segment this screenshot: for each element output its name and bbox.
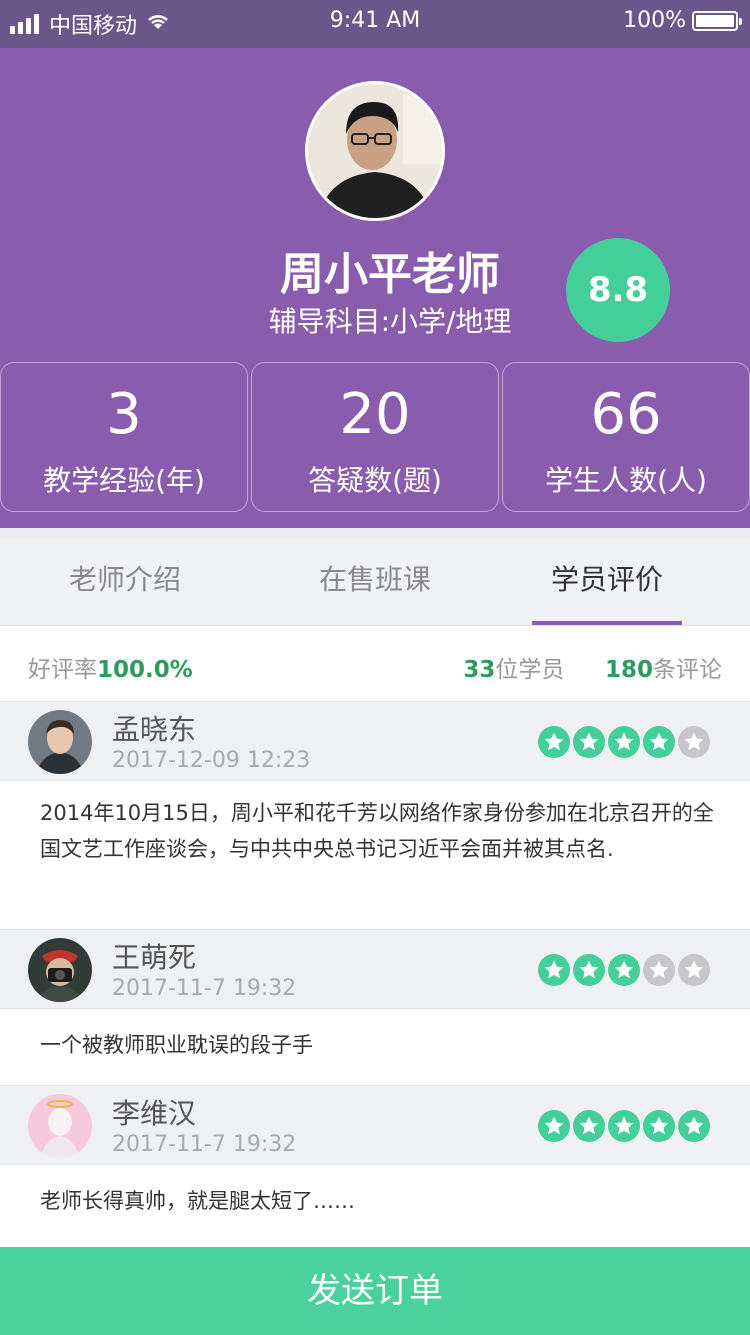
- comments-count: 180: [604, 657, 653, 683]
- stat-value: 20: [339, 382, 411, 447]
- tab-reviews[interactable]: 学员评价: [482, 538, 732, 626]
- review-text: 老师长得真帅，就是腿太短了……: [0, 1165, 750, 1247]
- stat-value: 66: [590, 382, 662, 447]
- students-count: 33: [463, 657, 496, 683]
- positive-rate: 好评率100.0%: [28, 650, 193, 684]
- positive-rate-value: 100.0%: [97, 657, 193, 683]
- stats-row: 3 教学经验(年) 20 答疑数(题) 66 学生人数(人): [0, 362, 750, 512]
- status-bar-right: 100%: [623, 8, 742, 33]
- students-label: 位学员: [495, 657, 565, 683]
- comments-label: 条评论: [653, 657, 722, 683]
- review-date: 2017-11-7 19:32: [112, 1132, 297, 1157]
- tab-courses[interactable]: 在售班课: [250, 538, 500, 626]
- star-filled-icon: [538, 954, 570, 986]
- star-filled-icon: [608, 726, 640, 758]
- review-date: 2017-11-7 19:32: [112, 976, 297, 1001]
- reviewer-name: 孟晓东: [112, 713, 197, 746]
- review-rating: [538, 726, 710, 758]
- stat-value: 3: [106, 382, 142, 447]
- stat-label: 教学经验(年): [43, 464, 205, 497]
- stat-label: 答疑数(题): [308, 464, 442, 497]
- star-filled-icon: [643, 726, 675, 758]
- review-header: 李维汉 2017-11-7 19:32: [0, 1085, 750, 1165]
- review-rating: [538, 1110, 710, 1142]
- teacher-header: 周小平老师 辅导科目:小学/地理 8.8 3 教学经验(年) 20 答疑数(题)…: [0, 48, 750, 528]
- review-header: 孟晓东 2017-12-09 12:23: [0, 701, 750, 781]
- star-filled-icon: [538, 1110, 570, 1142]
- stat-label: 学生人数(人): [545, 464, 707, 497]
- review-header: 王萌死 2017-11-7 19:32: [0, 929, 750, 1009]
- star-filled-icon: [573, 954, 605, 986]
- review-summary: 好评率100.0% 33位学员 180条评论: [0, 626, 750, 702]
- star-empty-icon: [678, 954, 710, 986]
- positive-rate-label: 好评率: [28, 657, 97, 683]
- active-tab-indicator: [532, 621, 682, 625]
- star-filled-icon: [573, 1110, 605, 1142]
- review-text: 一个被教师职业耽误的段子手: [0, 1009, 750, 1085]
- review-counts: 33位学员 180条评论: [463, 650, 722, 684]
- score-badge: 8.8: [566, 238, 670, 342]
- reviewer-avatar[interactable]: [28, 938, 92, 1002]
- star-filled-icon: [678, 1110, 710, 1142]
- star-filled-icon: [573, 726, 605, 758]
- tab-teacher-intro[interactable]: 老师介绍: [0, 538, 250, 626]
- reviewer-name: 李维汉: [112, 1097, 197, 1130]
- star-filled-icon: [608, 1110, 640, 1142]
- tabs-divider: [0, 528, 750, 538]
- star-filled-icon: [608, 954, 640, 986]
- tab-bar: 老师介绍 在售班课 学员评价: [0, 538, 750, 626]
- reviewer-avatar[interactable]: [28, 1094, 92, 1158]
- stat-answers: 20 答疑数(题): [251, 362, 499, 512]
- star-filled-icon: [643, 1110, 675, 1142]
- star-filled-icon: [538, 726, 570, 758]
- reviewer-name: 王萌死: [112, 941, 197, 974]
- status-bar: 中国移动 9:41 AM 100%: [0, 0, 750, 48]
- review-date: 2017-12-09 12:23: [112, 748, 311, 773]
- stat-students: 66 学生人数(人): [502, 362, 750, 512]
- battery-icon: [692, 10, 742, 31]
- star-empty-icon: [643, 954, 675, 986]
- teacher-avatar[interactable]: [305, 81, 445, 221]
- stat-experience: 3 教学经验(年): [0, 362, 248, 512]
- send-order-button[interactable]: 发送订单: [0, 1247, 750, 1335]
- reviewer-avatar[interactable]: [28, 710, 92, 774]
- star-empty-icon: [678, 726, 710, 758]
- review-text: 2014年10月15日，周小平和花千芳以网络作家身份参加在北京召开的全国文艺工作…: [0, 781, 750, 929]
- battery-percent: 100%: [623, 8, 686, 33]
- review-rating: [538, 954, 710, 986]
